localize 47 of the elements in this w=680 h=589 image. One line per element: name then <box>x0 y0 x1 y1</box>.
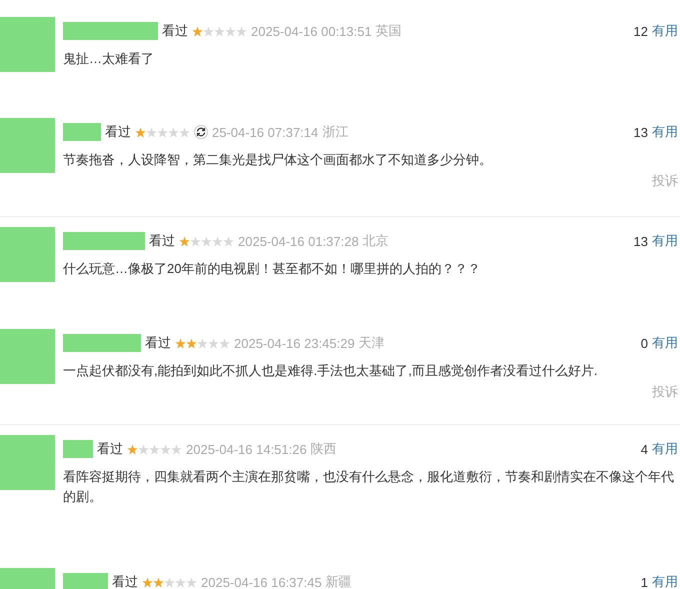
comment-time: 2025-04-16 01:37:28 <box>238 234 359 248</box>
useful-link[interactable]: 有用 <box>652 440 678 458</box>
username[interactable] <box>63 232 145 250</box>
vote-count: 13 <box>634 124 648 140</box>
comment-location: 天津 <box>358 334 385 352</box>
comment-text: 看阵容挺期待，四集就看两个主演在那贫嘴，也没有什么悬念，服化道敷衍，节奏和剧情实在不像这个年代的剧。 <box>63 468 675 506</box>
comment-text: 节奏拖沓，人设降智，第二集光是找尸体这个画面都水了不知道多少分钟。 <box>63 151 493 169</box>
watch-status: 看过 <box>105 123 131 141</box>
comment-location: 陕西 <box>310 440 337 458</box>
avatar[interactable] <box>0 227 55 282</box>
watch-status: 看过 <box>145 334 171 352</box>
watch-status: 看过 <box>149 232 175 250</box>
username[interactable] <box>63 573 108 589</box>
useful-link[interactable]: 有用 <box>652 573 678 589</box>
comment-text: 鬼扯…太难看了 <box>63 50 155 68</box>
username[interactable] <box>63 123 101 141</box>
vote-count: 1 <box>640 574 648 589</box>
avatar[interactable] <box>0 435 55 490</box>
username[interactable] <box>63 334 141 352</box>
vote-count: 4 <box>640 442 648 456</box>
username[interactable] <box>63 22 158 40</box>
comment-location: 北京 <box>362 232 389 250</box>
comment-location: 英国 <box>376 22 402 40</box>
comment-location: 浙江 <box>322 123 348 141</box>
vote-count: 0 <box>640 336 648 350</box>
useful-link[interactable]: 有用 <box>652 123 678 141</box>
avatar[interactable] <box>0 118 55 173</box>
vote-count: 13 <box>634 234 648 248</box>
useful-link[interactable]: 有用 <box>652 334 678 352</box>
comment-time: 25-04-16 07:37:14 <box>212 124 318 140</box>
comment-time: 2025-04-16 16:37:45 <box>201 574 322 589</box>
avatar[interactable] <box>0 329 55 384</box>
watch-status: 看过 <box>112 573 138 589</box>
vote-count: 12 <box>634 24 648 38</box>
useful-link[interactable]: 有用 <box>652 22 678 40</box>
useful-link[interactable]: 有用 <box>652 232 678 250</box>
comment-text: 一点起伏都没有,能拍到如此不抓人也是难得.手法也太基础了,而且感觉创作者没看过什么好片. <box>63 362 598 380</box>
watch-status: 看过 <box>162 22 188 40</box>
watch-status: 看过 <box>97 440 123 458</box>
comment-location: 新疆 <box>326 573 352 589</box>
avatar[interactable] <box>0 17 55 72</box>
username[interactable] <box>63 440 93 458</box>
refresh-icon[interactable] <box>194 125 208 139</box>
comment-time: 2025-04-16 23:45:29 <box>234 336 355 350</box>
comment-text: 什么玩意…像极了20年前的电视剧！甚至都不如！哪里拼的人拍的？？？ <box>63 260 482 278</box>
comment-time: 2025-04-16 14:51:26 <box>186 442 307 456</box>
comment-time: 2025-04-16 00:13:51 <box>251 24 372 38</box>
